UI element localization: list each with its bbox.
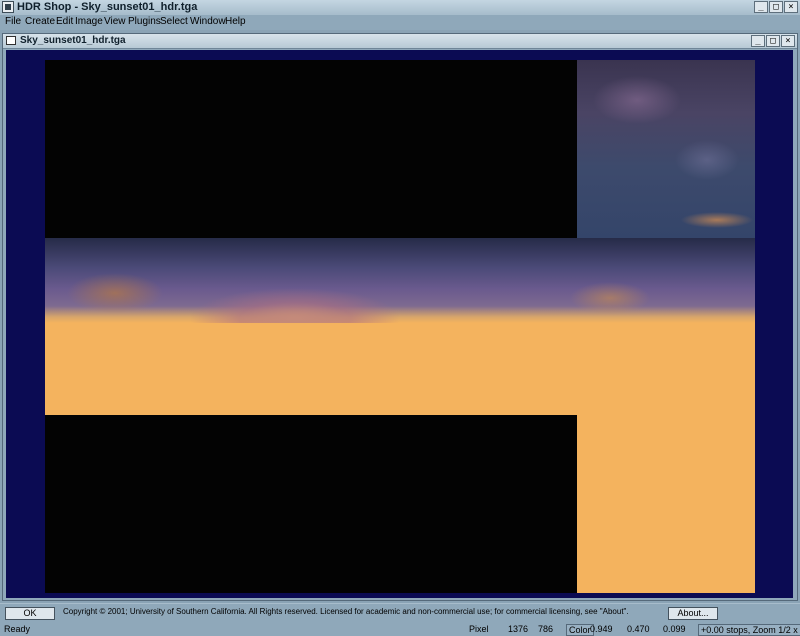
document-titlebar[interactable]: Sky_sunset01_hdr.tga _ □ × bbox=[3, 34, 797, 49]
document-icon[interactable] bbox=[6, 36, 16, 45]
app-title: HDR Shop - Sky_sunset01_hdr.tga bbox=[17, 1, 198, 13]
menu-file[interactable]: File bbox=[5, 16, 21, 27]
mdi-workspace: Sky_sunset01_hdr.tga _ □ × bbox=[0, 31, 800, 603]
menu-view[interactable]: View bbox=[104, 16, 126, 27]
color-g-value: 0.470 bbox=[627, 624, 650, 634]
color-r-value: 0.949 bbox=[590, 624, 613, 634]
doc-maximize-button[interactable]: □ bbox=[766, 35, 780, 47]
document-window: Sky_sunset01_hdr.tga _ □ × bbox=[2, 33, 798, 601]
menu-select[interactable]: Select bbox=[160, 16, 188, 27]
menu-edit[interactable]: Edit bbox=[56, 16, 73, 27]
exposure-zoom-status: +0.00 stops, Zoom 1/2 x bbox=[698, 624, 800, 636]
pixel-x-value: 1376 bbox=[508, 624, 529, 634]
app-window-controls: _ □ × bbox=[754, 1, 798, 13]
ok-button[interactable]: OK bbox=[5, 607, 55, 620]
menu-bar: File Create Edit Image View Plugins Sele… bbox=[0, 15, 800, 30]
doc-close-button[interactable]: × bbox=[781, 35, 795, 47]
maximize-button[interactable]: □ bbox=[769, 1, 783, 13]
document-window-controls: _ □ × bbox=[751, 35, 795, 47]
sunset-horizon-strip bbox=[45, 238, 755, 323]
pixel-y-value: 786 bbox=[538, 624, 554, 634]
image-viewport[interactable] bbox=[6, 50, 793, 598]
app-icon[interactable] bbox=[2, 1, 14, 13]
empty-region-bottom-left bbox=[45, 415, 577, 593]
empty-region-top-left bbox=[45, 60, 577, 238]
document-title: Sky_sunset01_hdr.tga bbox=[20, 35, 126, 46]
close-button[interactable]: × bbox=[784, 1, 798, 13]
menu-image[interactable]: Image bbox=[75, 16, 103, 27]
menu-create[interactable]: Create bbox=[25, 16, 55, 27]
color-b-value: 0.099 bbox=[663, 624, 686, 634]
status-bar: OK Copyright © 2001; University of South… bbox=[0, 603, 800, 636]
menu-help[interactable]: Help bbox=[225, 16, 246, 27]
about-button[interactable]: About... bbox=[668, 607, 718, 620]
hdr-cross-image[interactable] bbox=[45, 60, 755, 593]
menu-window[interactable]: Window bbox=[190, 16, 226, 27]
pixel-label: Pixel bbox=[469, 624, 489, 634]
doc-minimize-button[interactable]: _ bbox=[751, 35, 765, 47]
status-ready: Ready bbox=[4, 624, 31, 634]
minimize-button[interactable]: _ bbox=[754, 1, 768, 13]
app-titlebar[interactable]: HDR Shop - Sky_sunset01_hdr.tga _ □ × bbox=[0, 0, 800, 16]
menu-plugins[interactable]: Plugins bbox=[128, 16, 161, 27]
sky-cloud-face bbox=[577, 60, 755, 238]
copyright-text: Copyright © 2001; University of Southern… bbox=[63, 607, 629, 616]
